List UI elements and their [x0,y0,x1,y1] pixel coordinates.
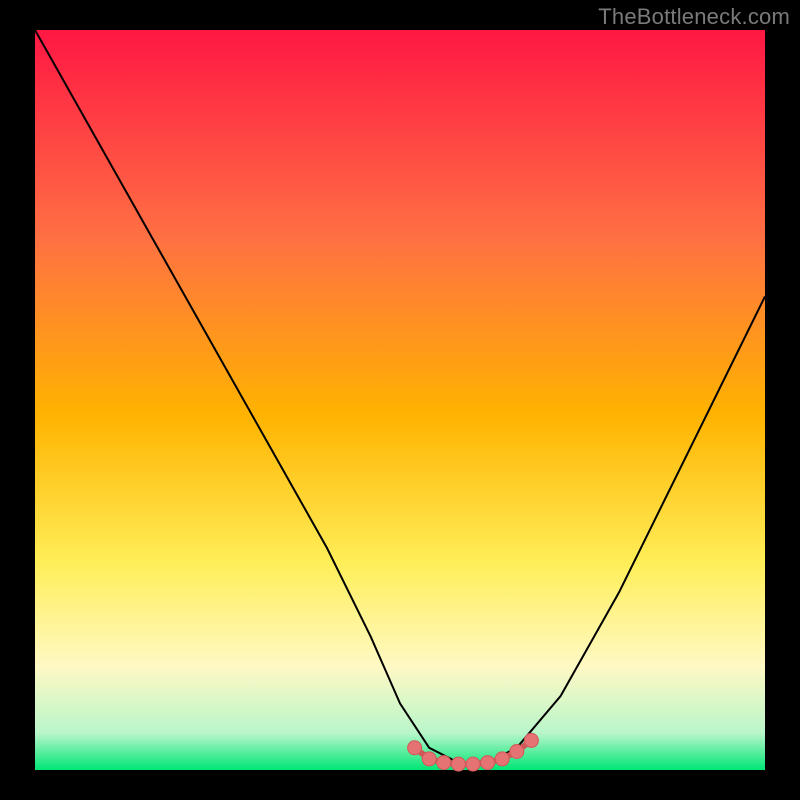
sweet-spot-point [524,733,538,747]
sweet-spot-point [510,745,524,759]
sweet-spot-point [422,752,436,766]
watermark-text: TheBottleneck.com [598,4,790,30]
chart-frame: TheBottleneck.com [0,0,800,800]
sweet-spot-point [495,752,509,766]
bottleneck-chart [0,0,800,800]
sweet-spot-point [481,756,495,770]
plot-background [35,30,765,770]
sweet-spot-point [451,757,465,771]
sweet-spot-point [408,741,422,755]
sweet-spot-point [466,757,480,771]
sweet-spot-point [437,756,451,770]
